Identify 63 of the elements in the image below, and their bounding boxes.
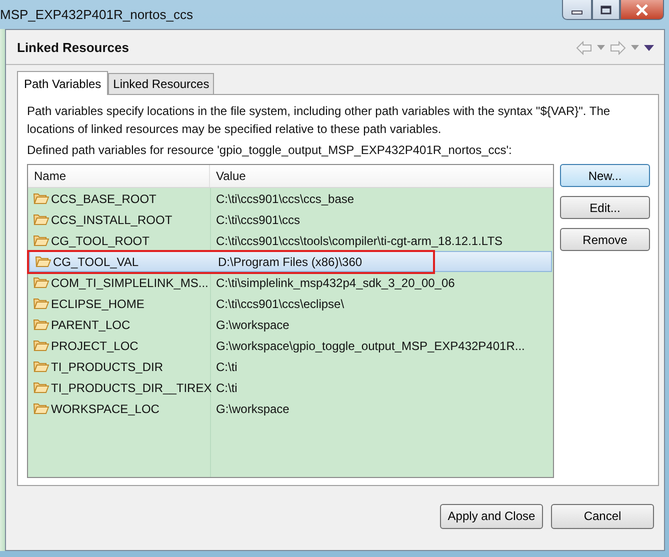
button[interactable]: Cancel	[551, 504, 654, 528]
folder-icon	[33, 339, 49, 352]
table-cell: C:\ti\ccs901\ccs	[216, 212, 300, 226]
table-row[interactable]: TI_PRODUCTS_DIR__TIREX C:\ti	[28, 377, 553, 398]
table-cell: C:\ti	[216, 380, 238, 394]
table-cell: G:\workspace\gpio_toggle_output_MSP_EXP432P401R...	[216, 338, 525, 352]
folder-icon	[33, 381, 49, 394]
column-header[interactable]: Value	[210, 165, 553, 187]
maximize-button[interactable]	[592, 0, 620, 20]
table-cell: C:\ti\simplelink_msp432p4_sdk_3_20_00_06	[216, 276, 455, 290]
tab[interactable]: Path Variables	[17, 71, 108, 95]
table-cell: G:\workspace	[216, 318, 290, 332]
folder-icon	[33, 276, 49, 289]
minimize-button[interactable]	[562, 0, 592, 20]
table-caption: Defined path variables for resource 'gpio_toggle_output_MSP_EXP432P401R_nortos_ccs':	[27, 142, 513, 159]
folder-icon	[33, 360, 49, 373]
table-row[interactable]: CG_TOOL_VAL D:\Program Files (x86)\360	[29, 251, 552, 272]
tab[interactable]: Linked Resources	[108, 73, 214, 94]
column-header[interactable]: Name	[28, 165, 210, 187]
folder-icon	[33, 318, 49, 331]
table-row[interactable]: WORKSPACE_LOC G:\workspace	[28, 398, 553, 419]
table-row[interactable]: CCS_INSTALL_ROOT C:\ti\ccs901\ccs	[28, 209, 553, 230]
page-title: Linked Resources	[17, 40, 129, 55]
table-cell: WORKSPACE_LOC	[51, 402, 160, 416]
close-icon	[635, 4, 649, 16]
maximize-icon	[600, 4, 612, 14]
table-cell: COM_TI_SIMPLELINK_MS...	[51, 276, 208, 290]
folder-icon	[33, 297, 49, 310]
button[interactable]: Edit...	[560, 196, 650, 219]
button[interactable]: Apply and Close	[440, 504, 543, 528]
table-cell: TI_PRODUCTS_DIR__TIREX	[51, 380, 212, 394]
close-button[interactable]	[620, 0, 664, 20]
table-cell: G:\workspace	[216, 402, 290, 416]
table-cell: C:\ti\ccs901\ccs\ccs_base	[216, 192, 354, 206]
folder-icon	[35, 255, 51, 268]
table-cell: C:\ti\ccs901\ccs\eclipse\	[216, 296, 344, 310]
description-text: Path variables specify locations in the file system, including other path variables with the syntax "${VAR}". The locations of linked resources may be specified relative to these path variables.	[27, 103, 612, 138]
folder-icon	[33, 234, 49, 247]
table-cell: TI_PRODUCTS_DIR	[51, 360, 164, 374]
table-cell: CCS_BASE_ROOT	[51, 192, 156, 206]
table-cell: ECLIPSE_HOME	[51, 296, 144, 310]
table-cell: CCS_INSTALL_ROOT	[51, 212, 172, 226]
menu-caret-icon[interactable]	[644, 44, 654, 50]
folder-icon	[33, 402, 49, 415]
table-cell: C:\ti	[216, 360, 238, 374]
table-row[interactable]: TI_PRODUCTS_DIR C:\ti	[28, 356, 553, 377]
table-row[interactable]: PROJECT_LOC G:\workspace\gpio_toggle_output_MSP_EXP432P401R...	[28, 335, 553, 356]
table-row[interactable]: PARENT_LOC G:\workspace	[28, 314, 553, 335]
table-cell: D:\Program Files (x86)\360	[218, 254, 362, 268]
window-title: MSP_EXP432P401R_nortos_ccs	[0, 7, 193, 22]
button[interactable]: Remove	[560, 228, 650, 251]
table-cell: PROJECT_LOC	[51, 338, 138, 352]
table-cell: PARENT_LOC	[51, 318, 130, 332]
folder-icon	[33, 213, 49, 226]
table-cell: CG_TOOL_ROOT	[51, 234, 150, 248]
table-row[interactable]: COM_TI_SIMPLELINK_MS... C:\ti\simplelink_msp432p4_sdk_3_20_00_06	[28, 272, 553, 293]
table-cell: CG_TOOL_VAL	[53, 254, 139, 268]
table-row[interactable]: CCS_BASE_ROOT C:\ti\ccs901\ccs\ccs_base	[28, 188, 553, 209]
table-cell: C:\ti\ccs901\ccs\tools\compiler\ti-cgt-arm_18.12.1.LTS	[216, 234, 503, 248]
button[interactable]: New...	[560, 164, 650, 187]
folder-icon	[33, 192, 49, 205]
table-row[interactable]: CG_TOOL_ROOT C:\ti\ccs901\ccs\tools\compiler\ti-cgt-arm_18.12.1.LTS	[28, 230, 553, 251]
table-row[interactable]: ECLIPSE_HOME C:\ti\ccs901\ccs\eclipse\	[28, 293, 553, 314]
